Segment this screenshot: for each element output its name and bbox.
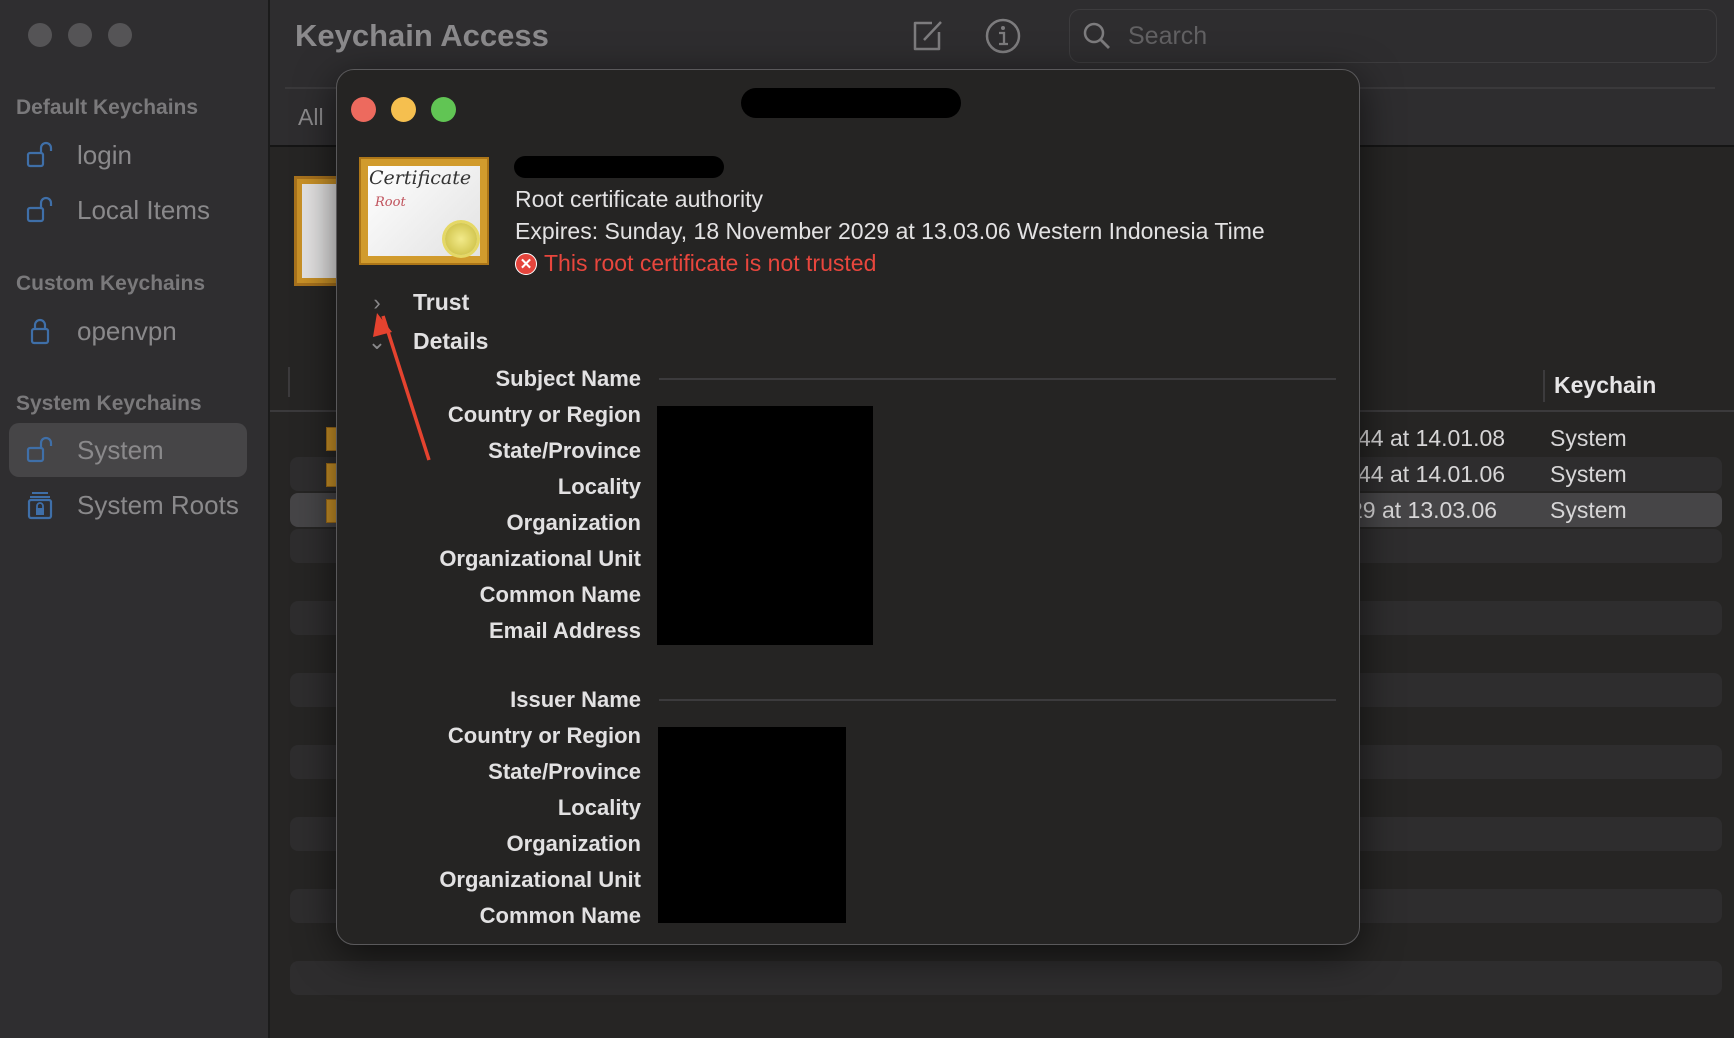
sidebar-item-label: Local Items bbox=[77, 194, 210, 225]
sidebar-item-system-roots[interactable]: System Roots bbox=[9, 478, 247, 532]
sidebar-item-local-items[interactable]: Local Items bbox=[9, 183, 247, 237]
sidebar: Default Keychains login Local Items Cust… bbox=[0, 0, 270, 1038]
locked-cabinet-icon bbox=[25, 490, 55, 520]
compose-icon[interactable] bbox=[906, 14, 950, 58]
certificate-dialog: Certificate Root Root certificate author… bbox=[336, 69, 1360, 945]
column-header-keychain[interactable]: Keychain bbox=[1554, 372, 1656, 399]
unlocked-padlock-icon bbox=[25, 435, 55, 465]
column-divider bbox=[1543, 370, 1545, 402]
sidebar-item-login[interactable]: login bbox=[9, 128, 247, 182]
cell-expires: 44 at 14.01.08 bbox=[1358, 425, 1506, 451]
window-zoom-button[interactable] bbox=[108, 23, 132, 47]
annotation-arrow-icon bbox=[373, 313, 431, 461]
section-title-system-keychains: System Keychains bbox=[16, 392, 202, 415]
search-input[interactable] bbox=[1126, 20, 1690, 52]
section-title-custom-keychains: Custom Keychains bbox=[16, 272, 206, 295]
background-certificate-icon bbox=[294, 176, 340, 286]
column-divider bbox=[288, 367, 290, 397]
sidebar-item-label: login bbox=[77, 139, 132, 170]
info-icon[interactable] bbox=[981, 14, 1025, 58]
cell-keychain: System bbox=[1550, 461, 1627, 487]
window-minimize-button[interactable] bbox=[68, 23, 92, 47]
tab-all[interactable]: All bbox=[298, 104, 324, 131]
sidebar-item-label: openvpn bbox=[77, 315, 177, 346]
section-title-default-keychains: Default Keychains bbox=[16, 96, 199, 119]
search-icon bbox=[1082, 21, 1112, 51]
table-row-empty bbox=[290, 961, 1722, 995]
unlocked-padlock-icon bbox=[25, 140, 55, 170]
sidebar-item-label: System bbox=[77, 434, 164, 465]
cell-keychain: System bbox=[1550, 425, 1627, 451]
sidebar-item-system[interactable]: System bbox=[9, 423, 247, 477]
app-title: Keychain Access bbox=[295, 18, 549, 53]
locked-padlock-icon bbox=[25, 316, 55, 346]
search-field[interactable] bbox=[1069, 9, 1717, 63]
cell-keychain: System bbox=[1550, 497, 1627, 523]
sidebar-item-label: System Roots bbox=[77, 489, 239, 520]
sidebar-item-openvpn[interactable]: openvpn bbox=[9, 304, 247, 358]
cell-expires: 29 at 13.03.06 bbox=[1350, 497, 1498, 523]
unlocked-padlock-icon bbox=[25, 195, 55, 225]
cell-expires: 44 at 14.01.06 bbox=[1358, 461, 1506, 487]
window-close-button[interactable] bbox=[28, 23, 52, 47]
